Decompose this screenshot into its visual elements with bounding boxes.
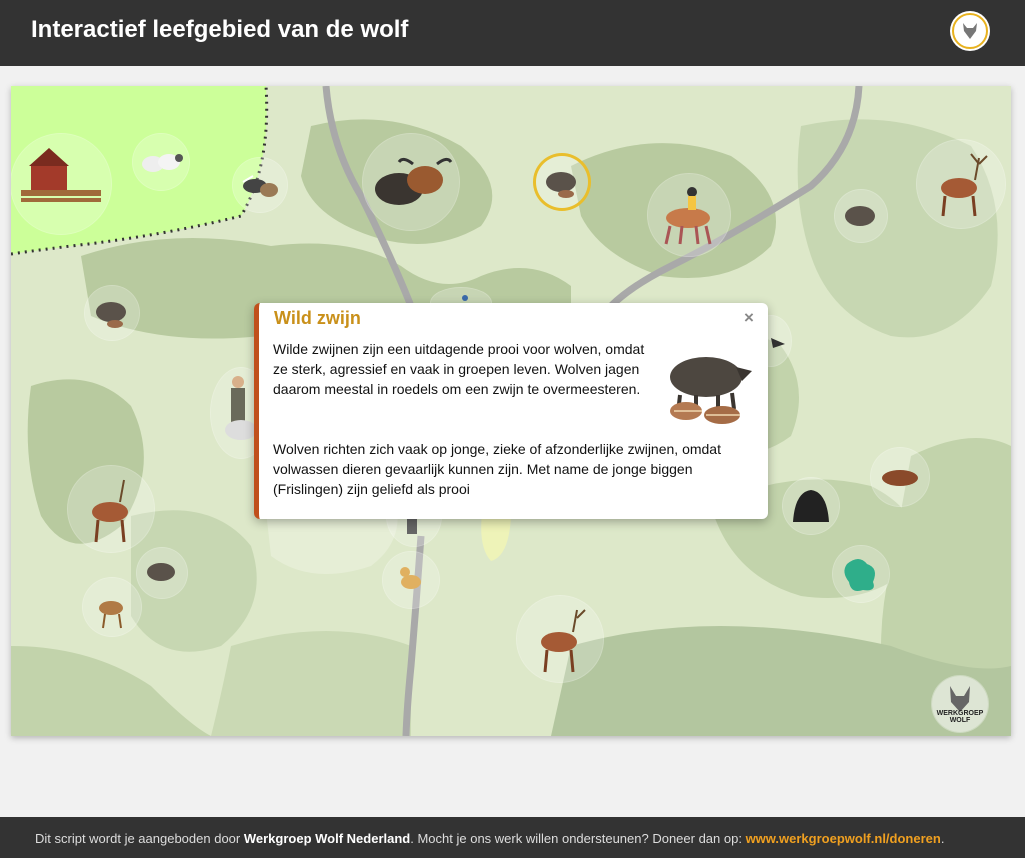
watermark-text: WERKGROEP WOLF — [936, 710, 984, 724]
info-popup: Wild zwijn × Wilde zwijnen zijn een uitd… — [254, 303, 768, 519]
wild-boar-marker[interactable] — [85, 286, 139, 340]
footer-prefix: Dit script wordt je aangeboden door — [35, 831, 244, 846]
donate-link[interactable]: www.werkgroepwolf.nl/doneren — [746, 831, 941, 846]
bison-marker[interactable] — [363, 134, 459, 230]
sheep-marker[interactable] — [133, 134, 189, 190]
wild-boar-icon — [670, 357, 752, 424]
red-deer-marker[interactable] — [517, 596, 603, 682]
wild-boar-marker-active[interactable] — [536, 156, 588, 208]
red-deer-marker[interactable] — [917, 140, 1005, 228]
page-title: Interactief leefgebied van de wolf — [31, 16, 409, 43]
footer-suffix: . — [940, 831, 945, 846]
roe-deer-marker[interactable] — [83, 578, 141, 636]
farm-marker[interactable] — [11, 134, 111, 234]
footer-middle: . Mocht je ons werk willen ondersteunen?… — [410, 831, 746, 846]
droppings-marker[interactable] — [871, 448, 929, 506]
wild-boar-marker[interactable] — [137, 548, 187, 598]
red-deer-marker[interactable] — [68, 466, 154, 552]
wild-boar-marker[interactable] — [835, 190, 887, 242]
close-icon[interactable]: × — [744, 308, 754, 328]
footer-org: Werkgroep Wolf Nederland — [243, 831, 411, 846]
territory-marker[interactable] — [833, 546, 889, 602]
badger-marker[interactable] — [233, 158, 287, 212]
app-header: Interactief leefgebied van de wolf — [0, 0, 1025, 66]
dog-marker[interactable] — [383, 552, 439, 608]
footer-text: Dit script wordt je aangeboden door Werk… — [35, 831, 944, 846]
popup-paragraph-2: Wolven richten zich vaak op jonge, zieke… — [273, 441, 721, 497]
popup-paragraph-1: Wilde zwijnen zijn een uitdagende prooi … — [273, 341, 645, 397]
site-footer: Dit script wordt je aangeboden door Werk… — [0, 817, 1025, 858]
wolf-den-marker[interactable] — [783, 478, 839, 534]
popup-title: Wild zwijn — [274, 308, 361, 328]
horse-rider-marker[interactable] — [648, 174, 730, 256]
wolf-logo-icon — [950, 11, 990, 51]
